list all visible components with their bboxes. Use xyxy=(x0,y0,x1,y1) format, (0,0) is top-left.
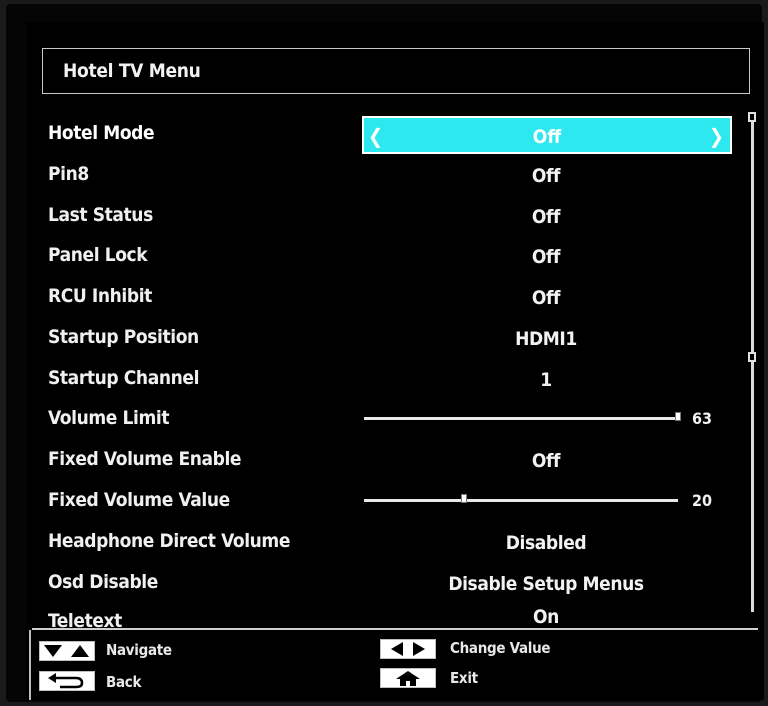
left-right-arrows-icon xyxy=(391,642,425,656)
footer-left-border xyxy=(29,630,31,700)
scrollbar-track[interactable] xyxy=(751,114,754,612)
row-value: Off xyxy=(531,206,561,228)
change-value-hint: Change Value xyxy=(450,639,551,657)
menu-row-startup-position[interactable]: Startup Position HDMI1 xyxy=(26,318,764,358)
slider-value: 20 xyxy=(692,491,713,510)
row-value: Off xyxy=(531,450,561,472)
menu-row-headphone-direct-volume[interactable]: Headphone Direct Volume Disabled xyxy=(26,522,764,562)
row-label: Hotel Mode xyxy=(48,122,155,144)
tv-bezel: Hotel TV Menu Hotel Mode ❮ Off ❯ Pin8 Of… xyxy=(6,4,764,702)
volume-limit-slider-knob[interactable] xyxy=(675,412,681,421)
change-value-key xyxy=(380,639,436,659)
row-value: Disabled xyxy=(505,532,587,554)
row-value: On xyxy=(533,606,559,628)
footer-divider xyxy=(32,628,758,630)
row-value: HDMI1 xyxy=(515,328,577,350)
menu-row-fixed-volume-enable[interactable]: Fixed Volume Enable Off xyxy=(26,440,764,480)
exit-key xyxy=(380,668,436,688)
row-value: 1 xyxy=(540,369,552,391)
navigate-hint: Navigate xyxy=(106,641,172,659)
value-selector[interactable]: ❮ Off ❯ xyxy=(362,116,732,154)
menu-row-volume-limit[interactable]: Volume Limit 63 xyxy=(26,399,764,439)
menu-title: Hotel TV Menu xyxy=(63,60,201,82)
row-label: Fixed Volume Enable xyxy=(48,448,242,470)
menu-row-fixed-volume-value[interactable]: Fixed Volume Value 20 xyxy=(26,481,764,521)
menu-row-rcu-inhibit[interactable]: RCU Inhibit Off xyxy=(26,277,764,317)
menu-row-panel-lock[interactable]: Panel Lock Off xyxy=(26,236,764,276)
row-label: RCU Inhibit xyxy=(48,285,152,307)
menu-row-hotel-mode[interactable]: Hotel Mode ❮ Off ❯ xyxy=(26,114,764,154)
row-value: Off xyxy=(531,287,561,309)
back-key xyxy=(39,671,95,691)
row-label: Headphone Direct Volume xyxy=(48,530,291,552)
arrow-right-icon[interactable]: ❯ xyxy=(709,124,724,148)
menu-row-pin8[interactable]: Pin8 Off xyxy=(26,155,764,195)
menu-row-teletext[interactable]: Teletext On xyxy=(26,602,764,642)
hotel-tv-menu-screen: Hotel TV Menu Hotel Mode ❮ Off ❯ Pin8 Of… xyxy=(26,22,764,700)
navigate-key xyxy=(39,641,95,661)
row-label: Pin8 xyxy=(48,163,89,185)
slider-value: 63 xyxy=(692,409,713,428)
volume-limit-slider-track[interactable] xyxy=(364,417,678,420)
exit-hint: Exit xyxy=(450,669,478,687)
row-value: Off xyxy=(531,246,561,268)
row-label: Fixed Volume Value xyxy=(48,489,230,511)
row-label: Last Status xyxy=(48,204,153,226)
row-label: Startup Position xyxy=(48,326,199,348)
home-icon xyxy=(396,671,420,686)
back-hint: Back xyxy=(106,673,142,691)
down-up-arrows-icon xyxy=(44,645,89,657)
row-label: Panel Lock xyxy=(48,244,148,266)
menu-row-osd-disable[interactable]: Osd Disable Disable Setup Menus xyxy=(26,563,764,603)
scrollbar-thumb-end[interactable] xyxy=(748,352,756,362)
row-label: Osd Disable xyxy=(48,571,158,593)
row-label: Startup Channel xyxy=(48,367,200,389)
scrollbar-top-cap[interactable] xyxy=(748,112,756,122)
row-value: Disable Setup Menus xyxy=(448,573,644,595)
row-value: Off xyxy=(532,126,562,148)
row-value: Off xyxy=(531,165,561,187)
menu-row-startup-channel[interactable]: Startup Channel 1 xyxy=(26,359,764,399)
menu-row-last-status[interactable]: Last Status Off xyxy=(26,196,764,236)
fixed-volume-slider-track[interactable] xyxy=(364,499,678,502)
return-arrow-icon xyxy=(48,673,84,689)
fixed-volume-slider-knob[interactable] xyxy=(460,494,467,503)
menu-title-box: Hotel TV Menu xyxy=(42,48,750,94)
row-label: Volume Limit xyxy=(48,407,170,429)
